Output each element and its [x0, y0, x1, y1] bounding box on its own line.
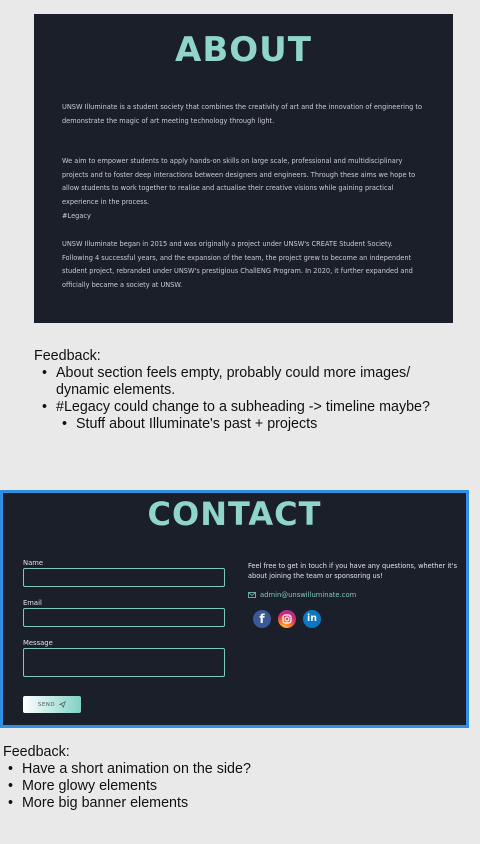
- contact-section: CONTACT Name Email Message SEND Feel fre…: [0, 490, 469, 728]
- instagram-glyph: [282, 614, 292, 624]
- feedback-list: About section feels empty, probably coul…: [42, 365, 454, 433]
- feedback-list: Have a short animation on the side? More…: [8, 761, 463, 812]
- facebook-glyph: f: [259, 612, 265, 626]
- feedback-item: About section feels empty, probably coul…: [42, 365, 454, 399]
- facebook-icon[interactable]: f: [253, 610, 271, 628]
- send-label: SEND: [37, 701, 56, 708]
- about-title: ABOUT: [175, 30, 312, 70]
- feedback-item: More big banner elements: [8, 795, 463, 812]
- paper-plane-icon: [59, 701, 67, 708]
- name-label: Name: [23, 559, 44, 567]
- about-section: ABOUT UNSW Illuminate is a student socie…: [34, 14, 453, 323]
- feedback-about: Feedback: About section feels empty, pro…: [34, 348, 454, 433]
- feedback-item: Have a short animation on the side?: [8, 761, 463, 778]
- message-label: Message: [23, 639, 53, 647]
- message-textarea[interactable]: [23, 648, 225, 677]
- feedback-subitem: Stuff about Illuminate's past + projects: [62, 416, 454, 433]
- linkedin-icon[interactable]: in: [303, 610, 321, 628]
- feedback-contact: Feedback: Have a short animation on the …: [3, 744, 463, 812]
- feedback-heading: Feedback:: [3, 744, 70, 760]
- about-paragraph-3: UNSW Illuminate began in 2015 and was or…: [62, 240, 413, 289]
- contact-title: CONTACT: [147, 495, 322, 533]
- mail-icon: [248, 592, 256, 598]
- email-link[interactable]: admin@unswilluminate.com: [248, 591, 356, 599]
- send-button[interactable]: SEND: [23, 696, 81, 713]
- email-input[interactable]: [23, 608, 225, 627]
- linkedin-glyph: in: [306, 613, 318, 624]
- email-label: Email: [23, 599, 42, 607]
- feedback-item: #Legacy could change to a subheading -> …: [42, 399, 454, 416]
- about-paragraph-1: UNSW Illuminate is a student society tha…: [62, 103, 423, 125]
- name-input[interactable]: [23, 568, 225, 587]
- feedback-item: More glowy elements: [8, 778, 463, 795]
- about-paragraph-2: We aim to empower students to apply hand…: [62, 157, 416, 206]
- feedback-heading: Feedback:: [34, 348, 101, 364]
- legacy-heading: #Legacy: [62, 212, 91, 220]
- email-text: admin@unswilluminate.com: [260, 591, 357, 599]
- instagram-icon[interactable]: [278, 610, 296, 628]
- contact-info: Feel free to get in touch if you have an…: [248, 562, 458, 580]
